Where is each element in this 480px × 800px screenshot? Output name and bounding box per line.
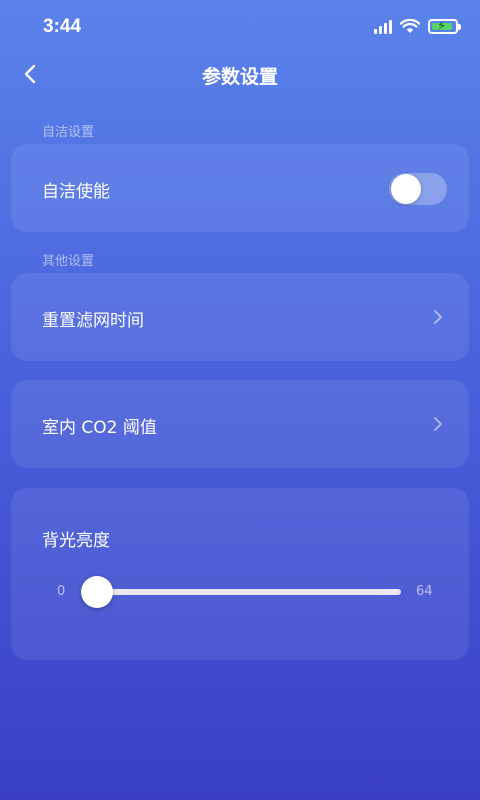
page-title: 参数设置 xyxy=(201,66,278,88)
co2-threshold-label: 室内 CO2 阈值 xyxy=(42,418,157,438)
reset-filter-time-row[interactable]: 重置滤网时间 xyxy=(11,273,469,361)
chevron-right-icon xyxy=(434,417,442,431)
backlight-label: 背光亮度 xyxy=(42,531,110,551)
status-time: 3:44 xyxy=(43,16,82,37)
battery-charging-icon: ⚡ xyxy=(428,19,461,34)
backlight-card: 背光亮度 0 64 xyxy=(11,488,469,660)
chevron-right-icon xyxy=(434,310,442,324)
backlight-slider-thumb[interactable] xyxy=(81,576,113,608)
self-clean-enable-label: 自洁使能 xyxy=(42,182,110,202)
wifi-icon xyxy=(400,19,420,33)
self-clean-enable-row: 自洁使能 xyxy=(11,144,469,232)
slider-max-label: 64 xyxy=(416,584,433,599)
nav-bar: 参数设置 xyxy=(0,52,480,96)
backlight-slider-track[interactable] xyxy=(85,589,401,595)
status-icons: ⚡ xyxy=(374,19,461,34)
status-bar: 3:44 ⚡ xyxy=(0,0,480,56)
cellular-signal-icon xyxy=(374,19,392,34)
reset-filter-time-label: 重置滤网时间 xyxy=(42,311,144,331)
slider-min-label: 0 xyxy=(57,584,66,599)
toggle-knob xyxy=(391,174,421,204)
co2-threshold-row[interactable]: 室内 CO2 阈值 xyxy=(11,380,469,468)
section-label-self-clean: 自洁设置 xyxy=(42,125,95,140)
self-clean-enable-toggle[interactable] xyxy=(389,173,447,205)
section-label-other: 其他设置 xyxy=(42,254,95,269)
